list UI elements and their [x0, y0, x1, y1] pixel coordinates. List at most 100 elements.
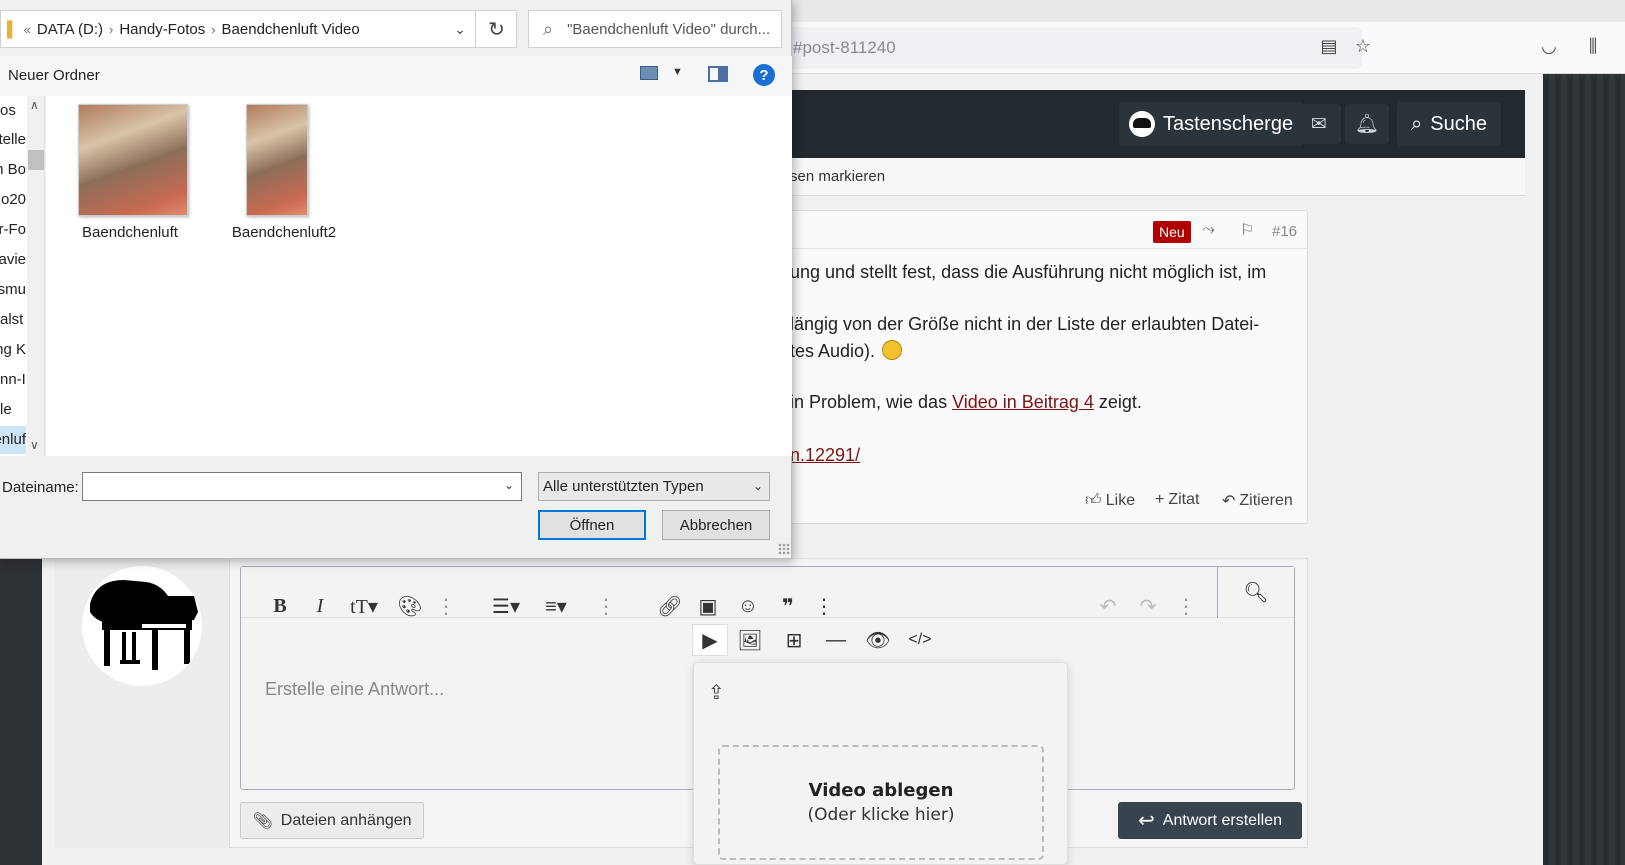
filetype-select[interactable]: Alle unterstützten Typen ⌄ [538, 472, 770, 501]
post-link-url[interactable]: n.12291/ [790, 445, 860, 465]
pocket-icon[interactable]: ◡ [1538, 35, 1560, 57]
filename-label: Dateiname: [2, 479, 79, 496]
view-mode-icon[interactable] [640, 66, 658, 80]
file-item[interactable]: Baendchenluft [68, 104, 192, 241]
text-size-icon[interactable]: tT▾ [342, 590, 386, 622]
more-options-icon[interactable]: ⋮ [590, 590, 622, 622]
folder-icon: ▌ [7, 20, 18, 38]
file-name: Baendchenluft2 [231, 224, 337, 241]
nav-tree-item[interactable]: ng K [0, 341, 26, 358]
more-options-icon[interactable]: ⋮ [1170, 590, 1202, 622]
nav-tree-item-selected[interactable]: enluf [0, 431, 26, 448]
video-dropzone[interactable]: Video ablegen (Oder klicke hier) [718, 745, 1044, 860]
list-icon[interactable]: ☰▾ [486, 590, 526, 622]
post-text-line: in Problem, wie das Video in Beitrag 4 z… [790, 392, 1142, 413]
library-icon[interactable]: ⫼ [1582, 35, 1604, 57]
inbox-icon[interactable]: ✉ [1297, 104, 1341, 144]
nav-tree-item[interactable]: nn-I [0, 371, 26, 388]
user-menu-link[interactable]: Tastenscherge [1119, 102, 1304, 146]
post-link-beitrag[interactable]: Video in Beitrag 4 [952, 392, 1094, 412]
breadcrumb-item[interactable]: DATA (D:) [31, 21, 109, 38]
refresh-icon[interactable]: ↻ [475, 10, 517, 48]
open-button[interactable]: Öffnen [538, 510, 646, 540]
help-icon[interactable]: ? [753, 64, 775, 86]
editor-placeholder[interactable]: Erstelle eine Antwort... [265, 679, 444, 700]
nav-tree-item[interactable]: r-Fo [0, 221, 26, 238]
italic-icon[interactable]: I [304, 590, 336, 622]
nav-tree-item[interactable]: n Bo [0, 161, 26, 178]
nav-tree-item[interactable]: os [0, 102, 26, 119]
cancel-button[interactable]: Abbrechen [662, 510, 770, 540]
nav-tree-item[interactable]: lavie [0, 251, 26, 268]
horizontal-line-icon[interactable]: — [820, 624, 852, 656]
image-icon[interactable]: ▣ [692, 590, 724, 622]
search-button[interactable]: ⌕ Suche [1397, 102, 1501, 146]
redo-icon[interactable]: ↷ [1132, 590, 1164, 622]
preview-pane-icon[interactable] [708, 66, 728, 82]
filename-input[interactable] [82, 472, 522, 501]
link-icon[interactable]: 🔗︎ [654, 590, 686, 622]
chevron-down-icon[interactable]: ▼ [672, 66, 683, 78]
insert-video-icon[interactable]: ▶ [692, 624, 728, 656]
file-thumbnail [246, 104, 308, 216]
more-insert-icon[interactable]: ⋮ [808, 590, 840, 622]
new-folder-button[interactable]: Neuer Ordner [8, 67, 100, 84]
user-name: Tastenscherge [1163, 112, 1294, 135]
quote-button[interactable]: + Zitat [1155, 491, 1199, 509]
reply-quote-label: Zitieren [1239, 492, 1293, 509]
scroll-up-icon[interactable]: ∧ [30, 98, 39, 112]
scroll-down-icon[interactable]: ∨ [30, 438, 39, 452]
file-thumbnail [78, 104, 188, 216]
post-number[interactable]: #16 [1272, 223, 1297, 240]
user-avatar-icon [1129, 111, 1155, 137]
chevron-down-icon[interactable]: ⌄ [504, 478, 514, 492]
share-icon[interactable]: ⤳ [1202, 221, 1215, 239]
bookmark-star-icon[interactable]: ☆ [1352, 35, 1374, 57]
folder-search-box[interactable]: ⌕ "Baendchenluft Video" durch... [528, 10, 782, 48]
smilie-icon[interactable]: ☺ [732, 590, 764, 622]
media-gallery-icon[interactable]: 🖼︎ [734, 624, 766, 656]
file-item[interactable]: Baendchenluft2 [222, 104, 346, 241]
breadcrumb-item[interactable]: Handy-Fotos [113, 21, 211, 38]
post-header-divider [780, 248, 1308, 249]
quote-icon[interactable]: ❞ [772, 590, 804, 622]
mark-read-link[interactable]: sen markieren [790, 168, 885, 185]
preview-icon[interactable]: 🔍︎ [1217, 567, 1294, 618]
sad-emoji-icon [882, 340, 903, 360]
attach-files-button[interactable]: 📎︎ Dateien anhängen [240, 802, 424, 839]
post-reply-button[interactable]: ↩ Antwort erstellen [1118, 802, 1302, 839]
more-options-icon[interactable]: ⋮ [430, 590, 462, 622]
post-reply-label: Antwort erstellen [1162, 811, 1282, 829]
thumbs-up-icon: 👍︎ [1085, 492, 1102, 509]
nav-tree-item[interactable]: telle [0, 131, 26, 148]
align-icon[interactable]: ≡▾ [536, 590, 576, 622]
spoiler-icon[interactable]: 👁︎ [862, 624, 894, 656]
code-icon[interactable]: </> [904, 624, 936, 656]
plus-icon: + [1155, 491, 1165, 508]
palette-icon[interactable]: 🎨︎ [394, 590, 426, 622]
url-text[interactable]: #post-811240 [793, 38, 896, 58]
table-icon[interactable]: ⊞ [778, 624, 810, 656]
nav-tree-item[interactable]: ismu [0, 281, 26, 298]
upload-icon[interactable]: ⇪ [708, 680, 725, 705]
undo-icon[interactable]: ↶ [1092, 590, 1124, 622]
bold-icon[interactable]: B [264, 590, 296, 622]
dropzone-title: Video ablegen [808, 780, 954, 801]
reader-view-icon[interactable]: ▤ [1318, 35, 1340, 57]
bell-icon[interactable]: 🔔︎ [1345, 104, 1389, 144]
nav-tree-item[interactable]: le [0, 401, 26, 418]
chevron-down-icon[interactable]: ⌄ [454, 21, 466, 38]
like-button[interactable]: 👍︎ Like [1085, 491, 1135, 510]
bookmark-icon[interactable]: ⚐ [1240, 220, 1254, 240]
reply-arrow-icon: ↶ [1222, 493, 1236, 510]
overflow-chevron-icon[interactable]: « [24, 22, 31, 37]
reply-quote-button[interactable]: ↶ Zitieren [1222, 491, 1293, 511]
address-bar[interactable]: ▌ « DATA (D:) › Handy-Fotos › Baendchenl… [0, 10, 517, 48]
resize-grip[interactable] [778, 543, 790, 555]
nav-tree-item[interactable]: lo20 [0, 191, 26, 208]
nav-tree-item[interactable]: alst [0, 311, 26, 328]
chevron-down-icon: ⌄ [752, 479, 763, 493]
nav-scrollbar-thumb[interactable] [28, 150, 44, 170]
reply-icon: ↩ [1138, 810, 1155, 832]
breadcrumb-item[interactable]: Baendchenluft Video [216, 21, 366, 38]
